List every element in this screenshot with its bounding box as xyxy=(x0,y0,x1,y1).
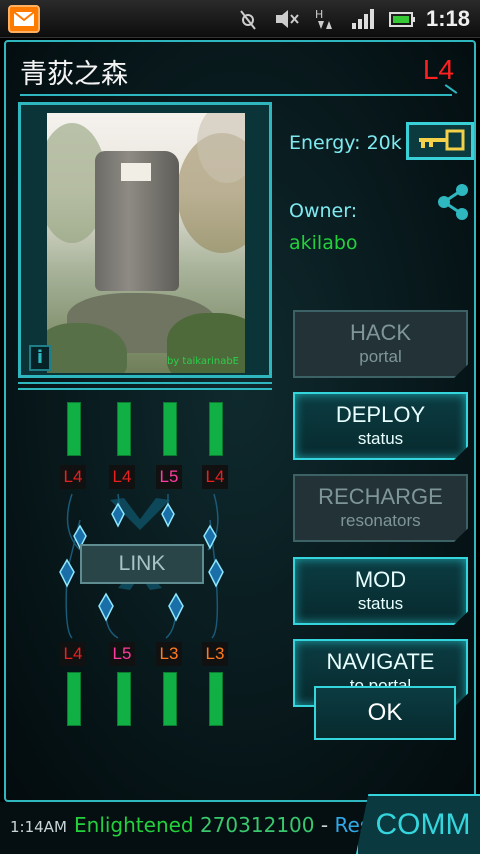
mail-icon[interactable] xyxy=(8,5,40,33)
energy-label: Energy: 20k xyxy=(289,132,402,154)
resonator-level: L4 xyxy=(202,465,228,489)
portal-photo-frame[interactable]: by taikarinabE i xyxy=(18,102,272,378)
status-clock: 1:18 xyxy=(425,6,470,31)
status-bar: H 1:18 xyxy=(0,0,480,38)
svg-text:H: H xyxy=(315,8,323,21)
resonator-bar xyxy=(67,402,81,456)
resonator-level: L3 xyxy=(202,642,228,666)
resonator-level: L4 xyxy=(109,465,135,489)
key-icon xyxy=(419,129,465,151)
battery-icon xyxy=(389,12,415,27)
share-icon[interactable] xyxy=(436,182,472,222)
hack-portal-button[interactable]: HACK portal xyxy=(293,310,468,378)
deploy-status-button[interactable]: DEPLOY status xyxy=(293,392,468,460)
comm-message: Enlightened 270312100 - Res xyxy=(74,813,370,837)
resonator-level: L5 xyxy=(156,465,182,489)
resonator-bar xyxy=(163,672,177,726)
data-transfer-icon: H xyxy=(315,8,332,29)
title-divider xyxy=(20,94,452,96)
resonator-bar xyxy=(117,402,131,456)
photo-credit: by taikarinabE xyxy=(166,356,239,367)
owner-label: Owner: xyxy=(289,200,358,222)
mod-status-button[interactable]: MOD status xyxy=(293,557,468,625)
comm-time: 1:14AM xyxy=(10,818,67,836)
resonator-bar xyxy=(209,672,223,726)
comm-faction: Enlightened xyxy=(74,813,194,837)
owner-name[interactable]: akilabo xyxy=(289,232,358,254)
mute-icon xyxy=(276,10,299,28)
resonator-bar xyxy=(209,402,223,456)
resonator-level: L4 xyxy=(60,465,86,489)
resonator-level: L3 xyxy=(156,642,182,666)
info-icon[interactable]: i xyxy=(29,345,51,371)
comm-button[interactable]: COMM xyxy=(356,794,480,854)
resonator-bar xyxy=(67,672,81,726)
comm-number: 270312100 xyxy=(199,813,315,837)
comm-dash: - xyxy=(320,813,329,837)
portal-title: 青荻之森 xyxy=(20,59,128,90)
link-button[interactable]: LINK xyxy=(80,544,204,584)
portal-photo[interactable]: by taikarinabE xyxy=(47,113,245,373)
resonator-level: L5 xyxy=(109,642,135,666)
resonator-level: L4 xyxy=(60,642,86,666)
signal-icon xyxy=(352,9,374,29)
resonator-bar xyxy=(117,672,131,726)
portal-level: L4 xyxy=(422,54,454,85)
recharge-resonators-button[interactable]: RECHARGE resonators xyxy=(293,474,468,542)
portal-key-button[interactable] xyxy=(406,122,474,160)
ok-button[interactable]: OK xyxy=(314,686,456,740)
resonator-bar xyxy=(163,402,177,456)
gps-icon xyxy=(240,10,256,30)
